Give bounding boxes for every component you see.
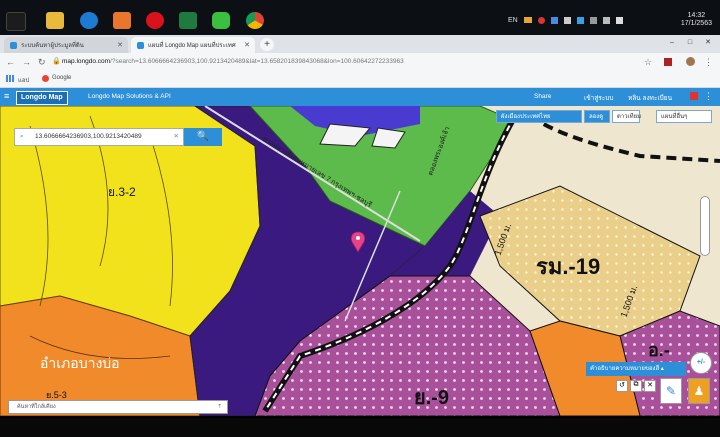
search-input[interactable]: 13.6066664236903,100.9213420489 — [35, 129, 165, 145]
new-tab-button[interactable]: + — [260, 38, 274, 51]
bookmark-apps[interactable]: แอป — [18, 75, 29, 85]
tab-label: ระบบค้นหาผู้ประมูลที่ดิน — [21, 43, 84, 49]
close-tab-icon[interactable]: ✕ — [117, 41, 123, 49]
tray-app-icon[interactable] — [563, 16, 571, 24]
reload-icon[interactable]: ↻ — [38, 56, 46, 68]
zoom-control[interactable]: +/- — [690, 352, 712, 374]
tab-label: แผนที่ Longdo Map แผนที่ประเทศ — [148, 43, 236, 49]
clock-time: 14:32 — [687, 12, 706, 19]
longdo-subtitle[interactable]: Longdo Map Solutions & API — [88, 93, 171, 100]
nearby-search-bar[interactable]: ค้นหาที่ใกล้เคียง ⇡ — [8, 400, 228, 414]
forward-arrow-icon[interactable]: → — [22, 56, 31, 68]
zone-label: รม.-19 — [536, 254, 600, 279]
screen: EN 14:32 17/1/2563 ระบบค้นหาผู้ประมูลที่… — [0, 0, 720, 437]
bookmark-star-icon[interactable]: ☆ — [644, 56, 652, 68]
zone-label: อ.- — [648, 340, 670, 360]
bookmarks-bar: แอป Google — [0, 71, 720, 88]
minimize-button[interactable]: – — [664, 37, 680, 49]
file-explorer-icon[interactable] — [46, 12, 64, 29]
profile-avatar[interactable] — [686, 57, 695, 66]
tab-strip: ระบบค้นหาผู้ประมูลที่ดิน ✕ แผนที่ Longdo… — [0, 35, 720, 53]
bottom-frame — [0, 418, 720, 437]
street-view-icon[interactable]: ♟ — [688, 378, 710, 404]
tab-favicon-icon — [137, 41, 144, 49]
pin-dot — [356, 236, 360, 240]
search-box[interactable]: ⌕ 13.6066664236903,100.9213420489 ✕ — [14, 128, 184, 146]
login-button[interactable]: เข้าสู่ระบบ — [584, 93, 614, 103]
clear-icon[interactable]: ✕ — [174, 129, 179, 145]
url-host: map.longdo.com — [62, 58, 111, 65]
tray-app-icon[interactable] — [576, 16, 584, 24]
close-tab-icon[interactable]: ✕ — [244, 41, 250, 49]
tab-land-auction[interactable]: ระบบค้นหาผู้ประมูลที่ดิน ✕ — [4, 37, 128, 53]
tool-icon[interactable]: ✕ — [644, 380, 656, 392]
address-bar-row: ← → ↻ 🔒 map.longdo.com/?search=13.606666… — [0, 53, 720, 71]
back-arrow-icon[interactable]: ← — [6, 56, 15, 68]
legend-label: คำอธิบายความหมายของสี — [590, 366, 660, 372]
layer-satellite[interactable]: ดาวเทียม — [612, 110, 641, 123]
expand-icon[interactable]: ⇡ — [217, 401, 222, 413]
chrome-icon[interactable] — [246, 12, 264, 29]
nearby-search-placeholder: ค้นหาที่ใกล้เคียง — [17, 404, 56, 410]
tray-app-icon[interactable] — [550, 16, 558, 24]
lock-icon: 🔒 — [52, 58, 61, 65]
language-indicator[interactable]: EN — [508, 17, 518, 24]
longdo-header: ≡ Longdo Map Longdo Map Solutions & API … — [0, 88, 720, 106]
url-path: /?search=13.6066664236903,100.9213420489… — [110, 58, 404, 65]
share-button[interactable]: Share — [534, 93, 551, 100]
add-marker-icon[interactable]: ✎ — [660, 378, 682, 404]
map-canvas[interactable]: ย.3-2 ย.5-3 อำเภอบางบ่อ รม.-19 ย.-9 อ.- … — [0, 106, 720, 416]
internet-explorer-icon[interactable] — [80, 12, 98, 29]
tray-app-icon[interactable] — [537, 16, 545, 24]
flag-icon[interactable] — [690, 92, 698, 100]
zone-label: ย.-9 — [414, 387, 449, 409]
tool-icon[interactable]: ⧉ — [630, 380, 642, 392]
zone-label: ย.3-2 — [108, 185, 136, 199]
maximize-button[interactable]: □ — [682, 37, 698, 49]
line-icon[interactable] — [212, 12, 230, 29]
zoom-slider[interactable] — [700, 196, 710, 256]
tab-longdo-map[interactable]: แผนที่ Longdo Map แผนที่ประเทศ ✕ — [131, 37, 255, 53]
bookmark-google[interactable]: Google — [52, 75, 71, 81]
layer-longdo[interactable]: ลองดู — [584, 110, 610, 123]
volume-icon[interactable] — [602, 16, 610, 24]
menu-kebab-icon[interactable]: ⋮ — [704, 56, 713, 68]
tray-app-icon[interactable] — [523, 17, 532, 23]
register-button[interactable]: หลิน ลงทะเบียน — [628, 93, 672, 103]
network-icon[interactable] — [589, 16, 597, 24]
media-player-icon[interactable] — [113, 12, 131, 29]
clock[interactable]: 14:32 17/1/2563 — [681, 12, 712, 28]
close-window-button[interactable]: ✕ — [700, 37, 716, 49]
extension-icon[interactable] — [664, 58, 672, 66]
excel-icon[interactable] — [179, 12, 197, 29]
search-icon: ⌕ — [20, 133, 24, 140]
tab-favicon-icon — [10, 41, 17, 49]
clock-date: 17/1/2563 — [680, 20, 712, 27]
longdo-logo[interactable]: Longdo Map — [16, 91, 68, 105]
hamburger-menu-icon[interactable]: ≡ — [4, 91, 9, 101]
layer-thai-cityplan[interactable]: ผังเมืองประเทศไทย — [496, 110, 582, 123]
legend-button[interactable]: คำอธิบายความหมายของสี ▴ — [586, 362, 686, 376]
apps-grid-icon[interactable] — [6, 75, 14, 82]
google-icon — [42, 75, 49, 82]
url-field[interactable]: map.longdo.com/?search=13.6066664236903,… — [62, 56, 642, 68]
apps-grid-icon[interactable]: ⋮ — [704, 91, 713, 102]
battery-icon[interactable] — [615, 16, 623, 24]
windows-taskbar: EN 14:32 17/1/2563 — [0, 0, 720, 35]
zone-label: ย.5-3 — [46, 390, 67, 400]
layer-other-maps[interactable]: แผนที่อื่นๆ — [656, 110, 712, 123]
system-tray: EN — [508, 12, 623, 28]
search-button[interactable]: 🔍 — [184, 128, 222, 146]
district-label: อำเภอบางบ่อ — [40, 355, 120, 371]
opera-icon[interactable] — [146, 12, 164, 29]
tool-icon[interactable]: ↺ — [616, 380, 628, 392]
start-icon[interactable] — [6, 12, 26, 31]
